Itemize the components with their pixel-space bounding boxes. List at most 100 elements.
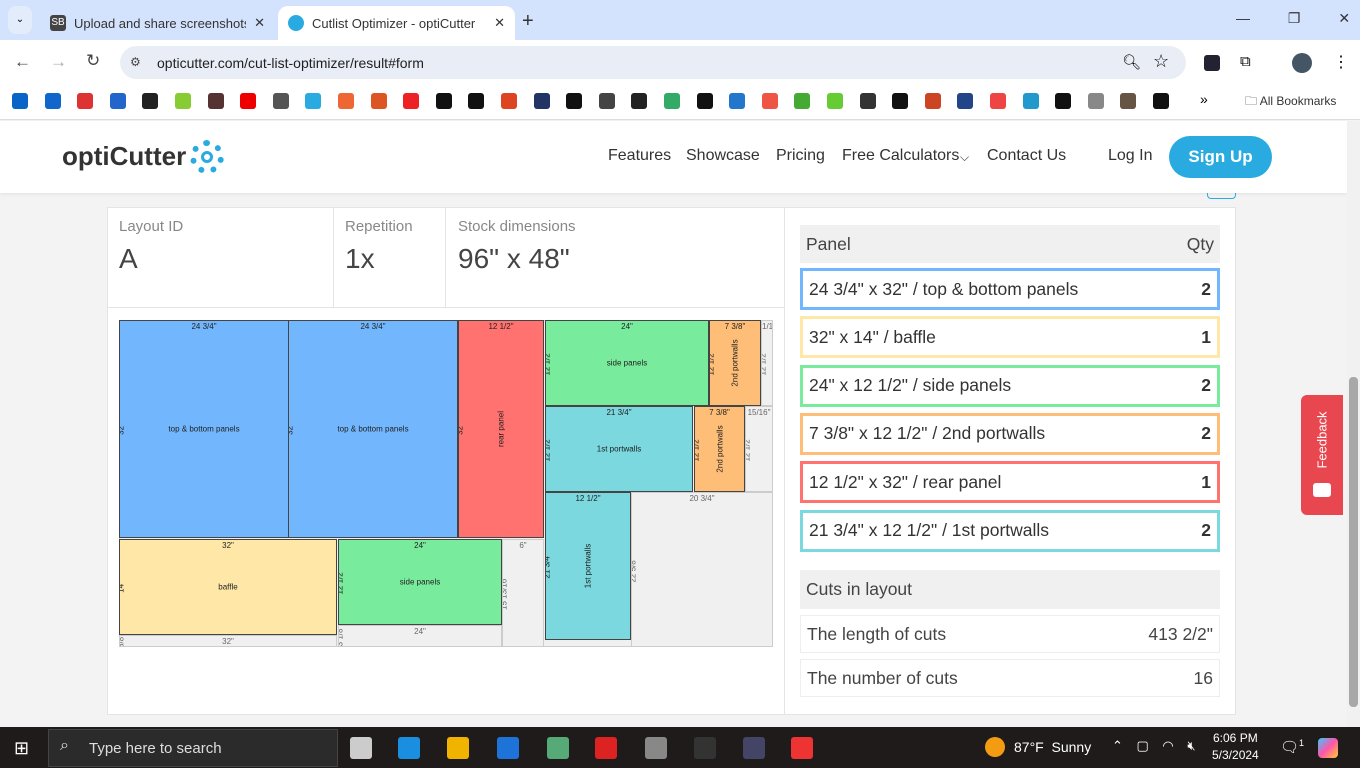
bookmark-icon[interactable] (1120, 93, 1137, 109)
weather-icon[interactable] (985, 737, 1005, 757)
calculator-icon[interactable] (645, 737, 667, 759)
bookmark-icon[interactable] (240, 93, 257, 109)
url-text[interactable]: opticutter.com/cut-list-optimizer/result… (157, 55, 424, 71)
more-bookmarks-icon[interactable]: » (1200, 91, 1208, 107)
nav-contact-us[interactable]: Contact Us (987, 147, 1066, 165)
bookmark-icon[interactable] (827, 93, 843, 109)
weather[interactable]: 87°F Sunny (1014, 739, 1091, 755)
panel-row[interactable]: 7 3/8" x 12 1/2" / 2nd portwalls 2 (800, 412, 1220, 455)
bookmark-icon[interactable] (892, 93, 909, 109)
bookmark-icon[interactable] (1055, 93, 1072, 109)
card-button-edge[interactable] (1207, 193, 1236, 199)
bookmark-icon[interactable] (566, 93, 583, 109)
bookmark-icon[interactable] (370, 93, 387, 109)
system-tray-icons[interactable]: ⌃ ▢ ◠ 🔇︎ (1112, 738, 1196, 754)
bookmark-icon[interactable] (957, 93, 974, 109)
bookmark-icon[interactable] (501, 93, 517, 109)
task-view-icon[interactable] (350, 737, 372, 759)
tab-search-button[interactable]: ⌄ (8, 6, 32, 34)
bookmark-icon[interactable] (272, 93, 289, 109)
chrome-icon[interactable] (791, 737, 813, 759)
bookmark-icon[interactable] (990, 93, 1006, 109)
windows-start-icon[interactable]: ⊞ (14, 738, 29, 759)
audio-app-icon[interactable] (694, 737, 716, 759)
reload-icon[interactable]: ↻ (86, 51, 100, 71)
bookmark-icon[interactable] (142, 93, 159, 109)
panel-row[interactable]: 21 3/4" x 12 1/2" / 1st portwalls 2 (800, 509, 1220, 552)
address-bar[interactable]: opticutter.com/cut-list-optimizer/result… (120, 46, 1186, 79)
app-icon[interactable] (743, 737, 765, 759)
profile-avatar[interactable] (1292, 53, 1312, 73)
logo[interactable]: optiCutter (62, 141, 186, 172)
bookmark-icon[interactable] (1153, 93, 1169, 109)
bookmark-icon[interactable] (468, 93, 485, 109)
clock[interactable]: 6:06 PM 5/3/2024 (1212, 731, 1259, 762)
app-icon[interactable] (547, 737, 569, 759)
panel-row[interactable]: 32" x 14" / baffle 1 (800, 316, 1220, 359)
close-tab-icon[interactable]: ✕ (494, 15, 505, 31)
bookmark-star-icon[interactable]: ☆ (1153, 51, 1169, 72)
bookmark-icon[interactable] (305, 93, 322, 109)
bookmark-icon[interactable] (533, 93, 550, 109)
feedback-icon (1313, 483, 1331, 497)
panel-row[interactable]: 24 3/4" x 32" / top & bottom panels 2 (800, 268, 1220, 310)
bookmark-icon[interactable] (598, 93, 615, 109)
app-icon[interactable] (595, 737, 617, 759)
bookmark-icon[interactable] (109, 93, 126, 109)
bookmark-icon[interactable] (435, 93, 452, 109)
feedback-button[interactable]: Feedback (1301, 395, 1343, 515)
bookmark-icon[interactable] (12, 93, 28, 109)
bookmark-icon[interactable] (696, 93, 713, 109)
scrollbar-thumb[interactable] (1349, 377, 1358, 707)
tab-upload[interactable]: SB Upload and share screenshots a ✕ (40, 6, 275, 40)
piece-name-label: rear panel (496, 410, 506, 448)
bookmark-icon[interactable] (44, 93, 61, 109)
signup-button[interactable]: Sign Up (1169, 136, 1272, 178)
copilot-icon[interactable] (1318, 738, 1338, 758)
date: 5/3/2024 (1212, 748, 1259, 762)
bookmark-icon[interactable] (664, 93, 680, 109)
bookmark-icon[interactable] (403, 93, 420, 109)
new-tab-icon[interactable]: + (522, 10, 534, 33)
all-bookmarks[interactable]: 🗀 All Bookmarks (1245, 92, 1336, 113)
file-explorer-icon[interactable] (447, 737, 469, 759)
close-tab-icon[interactable]: ✕ (254, 15, 265, 31)
tab-opticutter[interactable]: Cutlist Optimizer - optiCutter ✕ (278, 6, 515, 40)
piece-width-label: 24 3/4" (191, 322, 217, 331)
panel-row[interactable]: 24" x 12 1/2" / side panels 2 (800, 364, 1220, 407)
notifications-icon[interactable]: 🗨︎1 (1280, 738, 1304, 756)
window-controls[interactable]: — ❐ ✕ (1236, 10, 1350, 27)
menu-icon[interactable]: ⋮ (1333, 52, 1349, 72)
extensions-puzzle-icon[interactable]: ⧉ (1240, 53, 1251, 70)
nav-features[interactable]: Features (608, 147, 671, 165)
bookmark-icon[interactable] (1087, 93, 1104, 109)
extension-icon[interactable] (1204, 55, 1220, 71)
taskbar-search[interactable]: Type here to search (48, 729, 338, 767)
bookmark-icon[interactable] (207, 93, 224, 109)
bookmark-icon[interactable] (859, 93, 876, 109)
piece-width-label: 32" (222, 541, 234, 550)
bookmark-icon[interactable] (794, 93, 811, 109)
bookmark-icon[interactable] (631, 93, 648, 109)
bookmark-icon[interactable] (761, 93, 778, 109)
edge-icon[interactable] (398, 737, 420, 759)
scrollbar[interactable] (1347, 121, 1360, 727)
cuts-number-value: 16 (1193, 667, 1213, 688)
site-info-icon[interactable]: ⚙ (130, 55, 141, 69)
bookmark-icon[interactable] (729, 93, 746, 109)
zoom-icon[interactable]: 🔍︎ (1122, 53, 1141, 71)
back-icon[interactable]: ← (14, 52, 31, 72)
panel-row[interactable]: 12 1/2" x 32" / rear panel 1 (800, 461, 1220, 504)
bookmark-icon[interactable] (77, 93, 94, 109)
bookmark-icon[interactable] (924, 93, 941, 109)
bookmark-icon[interactable] (175, 93, 191, 109)
login-link[interactable]: Log In (1108, 147, 1152, 165)
mail-icon[interactable] (497, 737, 519, 759)
nav-pricing[interactable]: Pricing (776, 147, 825, 165)
piece-name-label: side panels (606, 358, 648, 368)
bookmark-icon[interactable] (1022, 93, 1039, 109)
nav-showcase[interactable]: Showcase (686, 147, 760, 165)
nav-free-calculators[interactable]: Free Calculators (842, 147, 959, 165)
bookmark-icon[interactable] (338, 93, 354, 109)
forward-icon[interactable]: → (50, 52, 67, 72)
